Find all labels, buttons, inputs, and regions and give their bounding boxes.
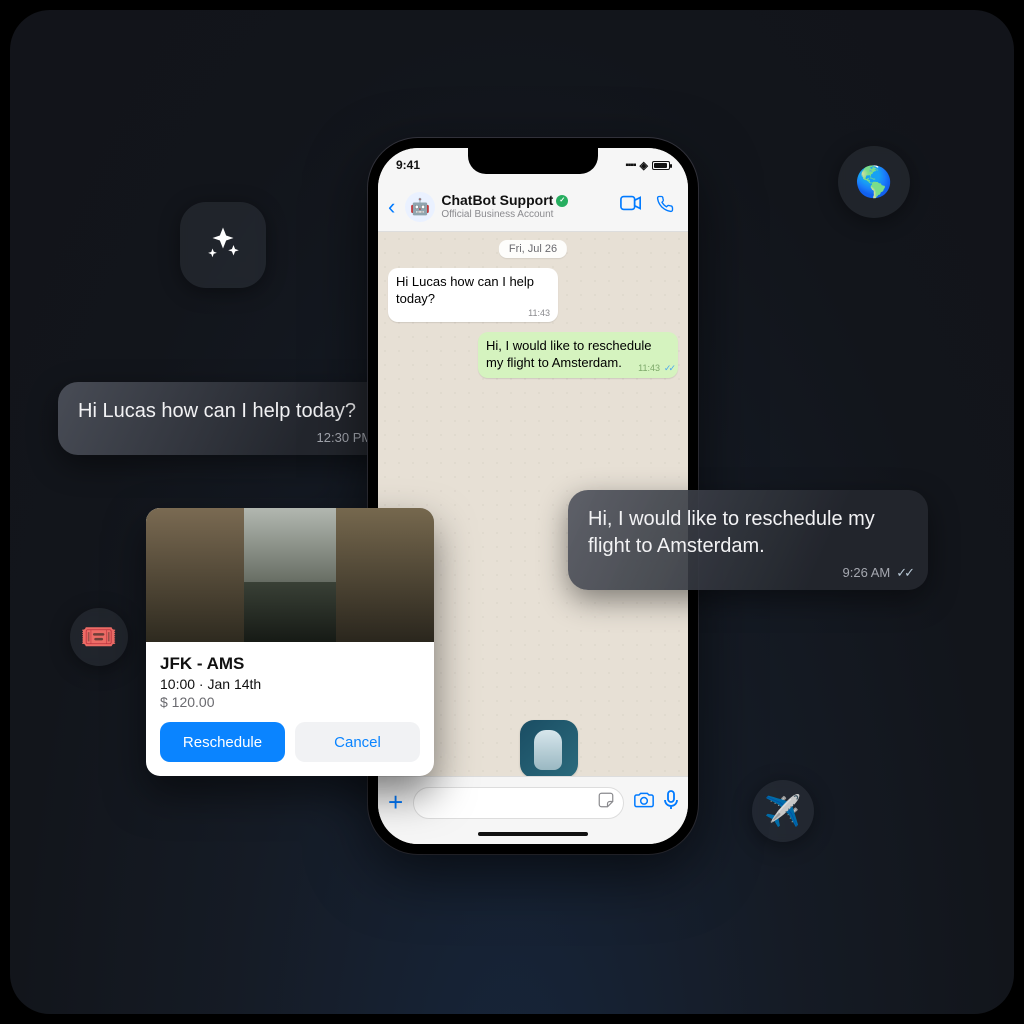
date-pill: Fri, Jul 26	[499, 240, 567, 258]
reschedule-button[interactable]: Reschedule	[160, 722, 285, 762]
floating-bubble-time: 9:26 AM	[843, 564, 891, 582]
card-route: JFK - AMS	[160, 654, 420, 674]
card-image	[146, 508, 434, 642]
floating-bubble-bot: Hi Lucas how can I help today? 12:30 PM …	[58, 382, 410, 455]
cancel-button[interactable]: Cancel	[295, 722, 420, 762]
battery-icon	[652, 161, 670, 170]
video-call-button[interactable]	[620, 195, 642, 218]
card-price: $ 120.00	[160, 694, 420, 710]
chat-navbar: ‹ 🤖 ChatBot Support Official Business Ac…	[378, 182, 688, 232]
read-ticks-icon: ✓✓	[664, 363, 673, 375]
floating-bubble-text: Hi, I would like to reschedule my flight…	[588, 506, 908, 560]
message-incoming[interactable]: Hi Lucas how can I help today? 11:43	[388, 268, 558, 322]
message-text: Hi Lucas how can I help today?	[396, 274, 534, 306]
chat-title: ChatBot Support	[441, 193, 553, 208]
verified-badge-icon	[556, 195, 568, 207]
message-input[interactable]	[413, 787, 624, 819]
stage: 🌎 🎟️ ✈️ Hi Lucas how can I help today? 1…	[10, 10, 1014, 1014]
message-time: 11:43	[528, 308, 550, 320]
sticker-message[interactable]	[520, 720, 578, 776]
home-indicator	[378, 828, 688, 844]
plane-icon: ✈️	[752, 780, 814, 842]
sparkle-icon	[180, 202, 266, 288]
ticket-icon: 🎟️	[70, 608, 128, 666]
floating-bubble-text: Hi Lucas how can I help today?	[78, 398, 390, 425]
message-text: Hi, I would like to reschedule my flight…	[486, 338, 651, 370]
floating-bubble-user: Hi, I would like to reschedule my flight…	[568, 490, 928, 590]
globe-icon: 🌎	[838, 146, 910, 218]
input-bar: +	[378, 776, 688, 828]
back-button[interactable]: ‹	[386, 194, 399, 220]
flight-card: JFK - AMS 10:00 · Jan 14th $ 120.00 Resc…	[146, 508, 434, 776]
mic-button[interactable]	[664, 790, 678, 815]
attach-button[interactable]: +	[388, 787, 403, 818]
camera-button[interactable]	[634, 791, 654, 814]
wifi-icon: ◈	[640, 159, 648, 172]
chat-titles[interactable]: ChatBot Support Official Business Accoun…	[441, 193, 620, 219]
message-time: 11:43	[638, 363, 660, 375]
status-time: 9:41	[396, 158, 420, 172]
chat-subtitle: Official Business Account	[441, 209, 620, 220]
message-outgoing[interactable]: Hi, I would like to reschedule my flight…	[478, 332, 678, 378]
card-datetime: 10:00 · Jan 14th	[160, 676, 420, 692]
avatar[interactable]: 🤖	[405, 192, 435, 222]
notch	[468, 148, 598, 174]
voice-call-button[interactable]	[656, 195, 674, 218]
sticker-icon[interactable]	[597, 791, 615, 814]
signal-icon: ▪▪▪▪	[625, 160, 635, 171]
floating-bubble-time: 12:30 PM	[317, 429, 373, 447]
read-ticks-icon: ✓✓	[896, 564, 912, 582]
